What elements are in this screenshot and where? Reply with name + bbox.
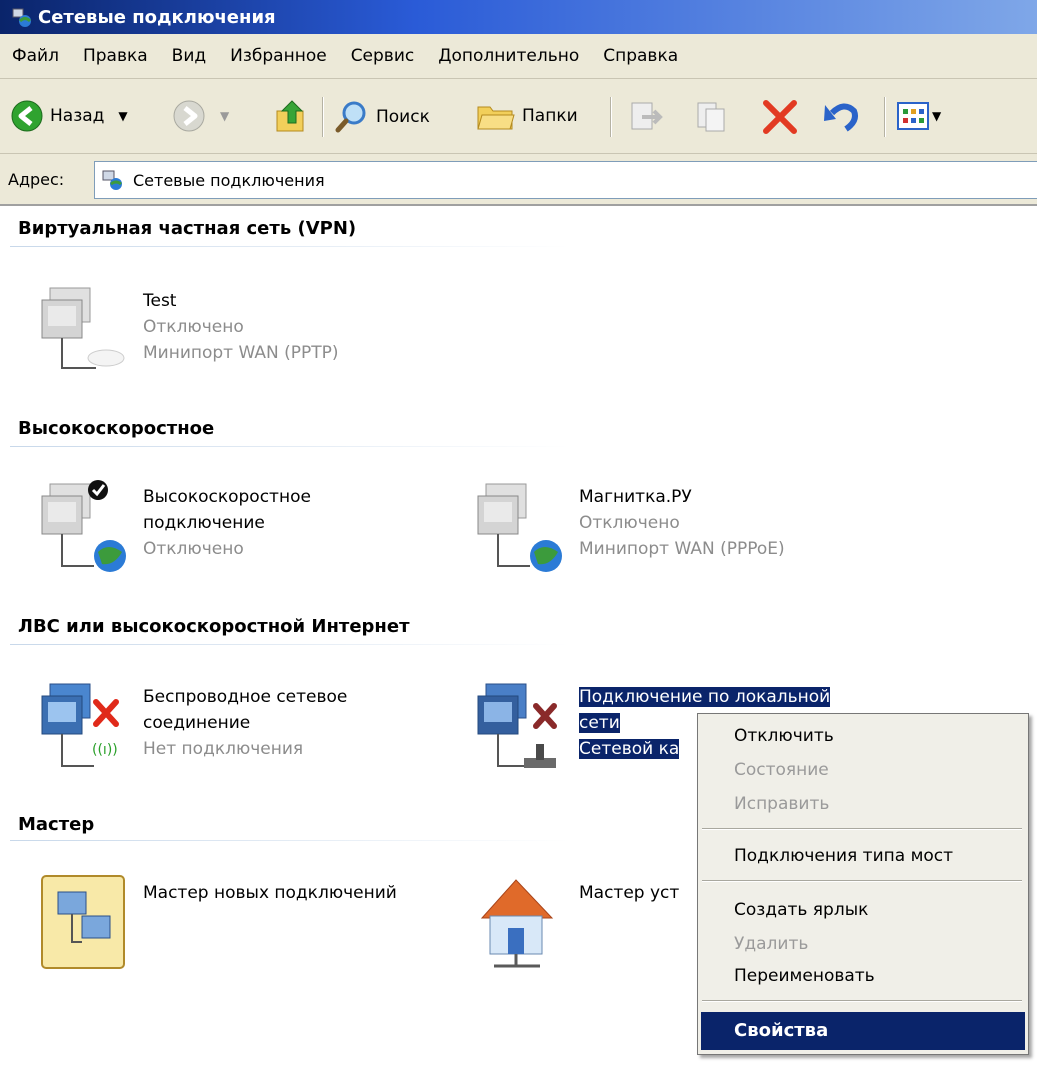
menu-view[interactable]: Вид	[172, 46, 206, 66]
connection-device: Сетевой ка	[579, 739, 680, 759]
back-dropdown-icon[interactable]: ▼	[118, 109, 127, 123]
forward-arrow-icon	[173, 100, 205, 132]
connection-status: Отключено	[579, 513, 680, 533]
connection-status: Отключено	[143, 317, 244, 337]
wizard-name: Мастер новых подключений	[143, 883, 397, 903]
new-connection-wizard[interactable]: Мастер новых подключений	[38, 872, 458, 972]
menu-item-delete: Удалить	[734, 934, 809, 954]
menu-item-status: Состояние	[734, 760, 829, 780]
menu-edit[interactable]: Правка	[83, 46, 148, 66]
back-button[interactable]: Назад ▼	[10, 99, 128, 133]
back-label: Назад	[50, 106, 105, 126]
search-label: Поиск	[376, 107, 430, 127]
folders-button[interactable]: Папки	[476, 99, 578, 133]
connection-vpn-test[interactable]: Test Отключено Минипорт WAN (PPTP)	[38, 280, 418, 380]
group-divider	[10, 840, 570, 841]
search-icon	[335, 101, 366, 133]
up-folder-icon	[276, 100, 304, 132]
group-divider	[10, 446, 570, 447]
forward-button[interactable]: ▼	[172, 99, 229, 133]
menu-separator	[702, 1000, 1022, 1002]
connection-name: Test	[143, 291, 177, 311]
back-arrow-icon	[11, 100, 43, 132]
broadband-connection-icon	[41, 480, 126, 572]
views-button[interactable]: ▼	[896, 99, 941, 133]
move-to-icon	[631, 102, 663, 130]
group-title-lan: ЛВС или высокоскоростной Интернет	[18, 616, 410, 637]
svg-text:((ı)): ((ı))	[92, 742, 118, 758]
address-value: Сетевые подключения	[133, 170, 325, 190]
connection-status: Нет подключения	[143, 739, 304, 759]
connection-name: Подключение по локальной	[579, 687, 831, 707]
group-divider	[10, 246, 570, 247]
connection-device: Минипорт WAN (PPPoE)	[579, 539, 785, 559]
connection-name-line2: подключение	[143, 513, 265, 533]
menu-item-repair: Исправить	[734, 794, 830, 814]
wizard-name: Мастер уст	[579, 883, 680, 903]
undo-icon	[824, 103, 858, 132]
group-title-wizard: Мастер	[18, 814, 95, 835]
title-bar: Сетевые подключения	[0, 0, 1037, 34]
context-menu: Отключить Состояние Исправить Подключени…	[697, 713, 1029, 1055]
menu-item-disconnect[interactable]: Отключить	[734, 726, 834, 746]
menu-item-properties-label: Свойства	[734, 1020, 829, 1041]
new-connection-wizard-icon	[41, 875, 125, 969]
connection-broadband[interactable]: Высокоскоростное подключение Отключено	[38, 476, 418, 576]
menu-advanced[interactable]: Дополнительно	[438, 46, 579, 66]
connection-device: Минипорт WAN (PPTP)	[143, 343, 339, 363]
connection-magnitka[interactable]: Магнитка.РУ Отключено Минипорт WAN (PPPo…	[474, 476, 854, 576]
group-title-vpn: Виртуальная частная сеть (VPN)	[18, 218, 357, 239]
network-connections-icon	[12, 8, 32, 27]
wireless-connection-icon: ((ı))	[41, 683, 119, 767]
toolbar: Назад ▼ ▼ Поиск Папки ▼	[0, 79, 1037, 154]
network-connections-icon	[102, 170, 122, 190]
home-network-wizard-icon	[480, 879, 554, 968]
group-title-broadband: Высокоскоростное	[18, 418, 215, 439]
move-to-button[interactable]	[628, 99, 664, 135]
connection-name-line2: сети	[579, 713, 620, 733]
menu-tools[interactable]: Сервис	[351, 46, 415, 66]
lan-connection-icon	[477, 683, 557, 768]
delete-icon	[763, 100, 797, 134]
connection-status: Отключено	[143, 539, 244, 559]
vpn-connection-icon	[41, 287, 125, 369]
address-label: Адрес:	[8, 170, 65, 189]
menu-item-properties[interactable]: Свойства	[701, 1012, 1025, 1050]
up-folder-button[interactable]	[274, 97, 310, 135]
connection-name: Магнитка.РУ	[579, 487, 692, 507]
menu-item-rename[interactable]: Переименовать	[734, 966, 875, 986]
menu-bar: Файл Правка Вид Избранное Сервис Дополни…	[0, 34, 1037, 79]
home-network-wizard[interactable]: Мастер уст	[474, 872, 734, 972]
search-button[interactable]: Поиск	[334, 99, 430, 135]
menu-item-bridge[interactable]: Подключения типа мост	[734, 846, 953, 866]
window-title: Сетевые подключения	[38, 6, 276, 28]
folders-icon	[477, 106, 515, 130]
connection-name: Беспроводное сетевое	[143, 687, 348, 707]
copy-to-icon	[697, 102, 725, 132]
menu-favorites[interactable]: Избранное	[230, 46, 327, 66]
forward-dropdown-icon[interactable]: ▼	[220, 109, 229, 123]
folders-label: Папки	[522, 106, 578, 126]
views-dropdown-icon[interactable]: ▼	[932, 109, 941, 123]
address-field[interactable]: Сетевые подключения	[94, 161, 1037, 199]
group-divider	[10, 644, 570, 645]
menu-help[interactable]: Справка	[603, 46, 678, 66]
menu-separator	[702, 828, 1022, 830]
copy-to-button[interactable]	[694, 99, 730, 135]
undo-button[interactable]	[822, 99, 862, 135]
connection-name: Высокоскоростное	[143, 487, 311, 507]
menu-item-create-shortcut[interactable]: Создать ярлык	[734, 900, 868, 920]
views-icon	[897, 102, 929, 130]
connection-name-line2: соединение	[143, 713, 251, 733]
menu-file[interactable]: Файл	[12, 46, 59, 66]
menu-separator	[702, 880, 1022, 882]
delete-button[interactable]	[760, 99, 800, 135]
address-bar: Адрес: Сетевые подключения	[0, 154, 1037, 206]
broadband-connection-icon	[477, 483, 562, 572]
connection-wireless[interactable]: ((ı)) Беспроводное сетевое соединение Не…	[38, 676, 418, 776]
